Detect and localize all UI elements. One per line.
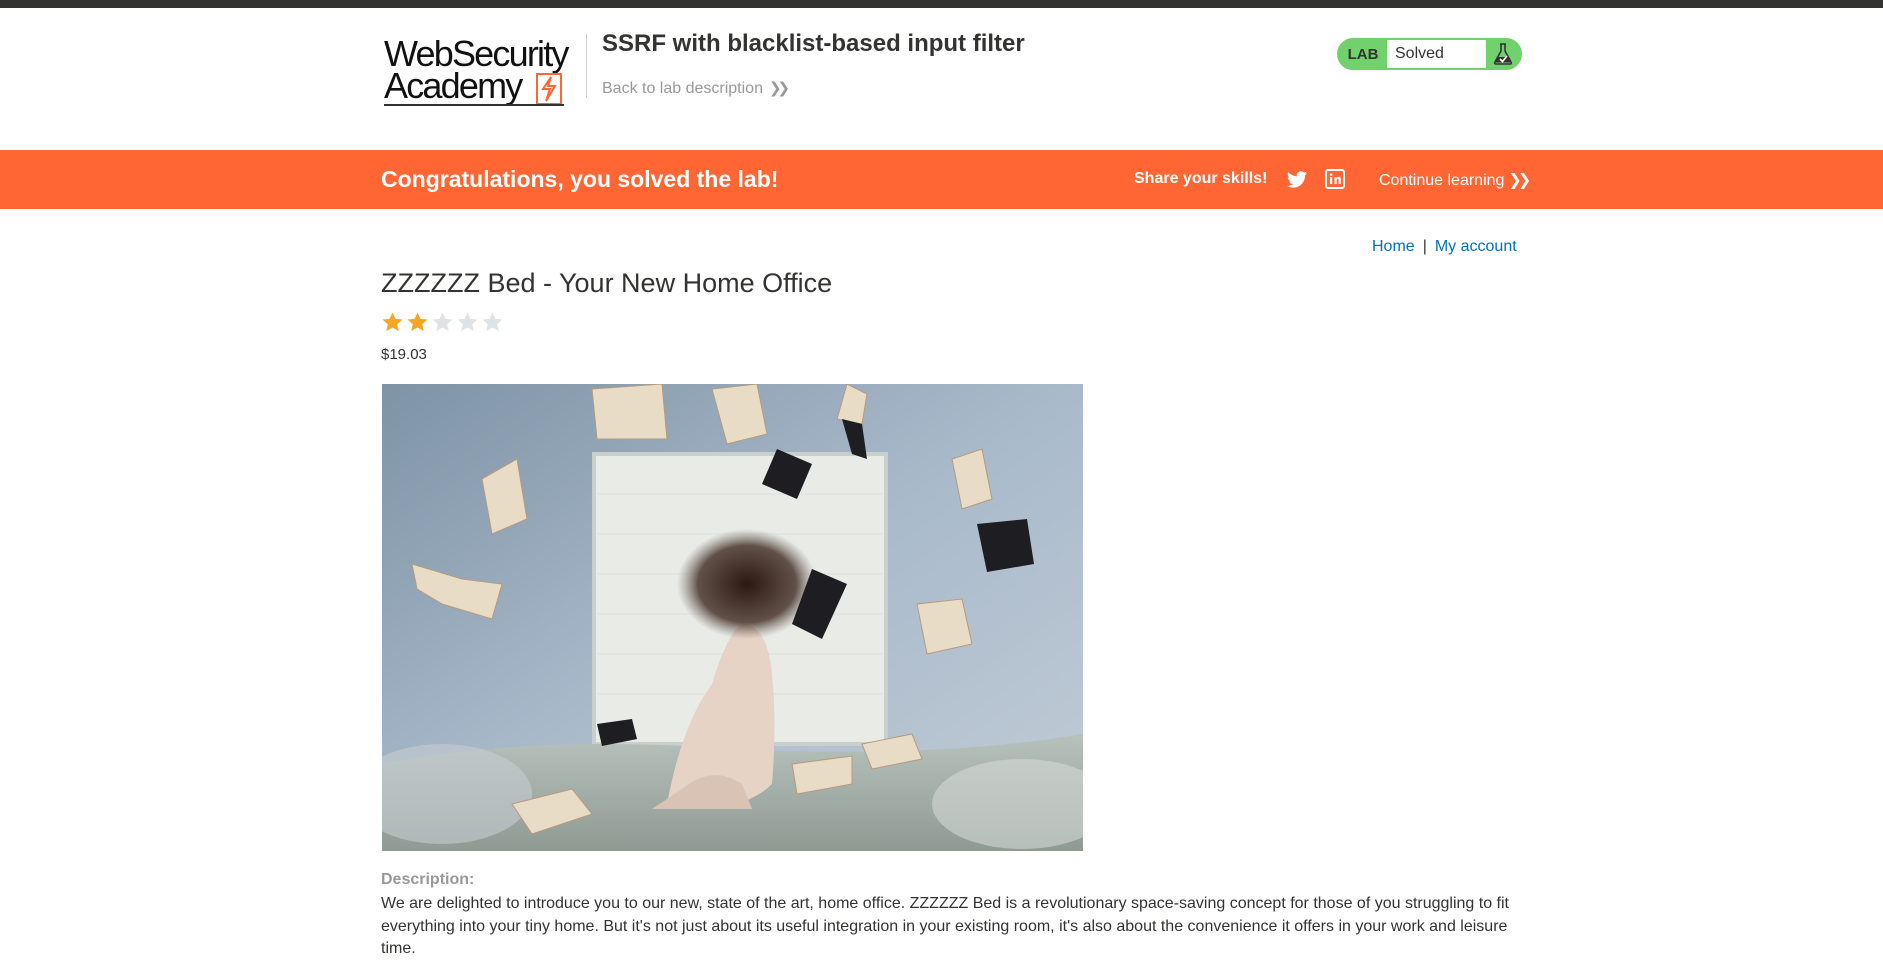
product-title: ZZZZZZ Bed - Your New Home Office [381, 268, 833, 298]
lab-status-badge: LAB Solved [1337, 38, 1522, 70]
product-description: We are delighted to introduce you to our… [381, 895, 1509, 957]
lab-badge-label: LAB [1347, 45, 1379, 63]
linkedin-icon[interactable] [1325, 169, 1345, 189]
share-skills-label: Share your skills! [1134, 170, 1268, 187]
continue-learning-link[interactable]: Continue learning ❯❯ [1379, 170, 1531, 190]
nav-separator: | [1422, 238, 1427, 255]
header-divider [586, 34, 587, 98]
lab-title: SSRF with blacklist-based input filter [602, 30, 1025, 57]
star-empty-icon [482, 312, 503, 332]
back-to-lab-description-link[interactable]: Back to lab description ❯❯ [602, 79, 790, 98]
my-account-link[interactable]: My account [1435, 238, 1517, 255]
home-link[interactable]: Home [1372, 238, 1415, 255]
top-bar [0, 0, 1883, 8]
top-navigation: Home | My account [1372, 238, 1517, 256]
congratulations-message: Congratulations, you solved the lab! [381, 166, 779, 192]
lab-status-text: Solved [1387, 40, 1486, 68]
star-empty-icon [432, 312, 453, 332]
double-chevron-right-icon: ❯❯ [768, 80, 790, 97]
flask-icon [1486, 40, 1520, 68]
logo-bolt-icon [536, 73, 562, 105]
logo-underline [384, 104, 564, 106]
star-filled-icon [382, 312, 403, 332]
web-security-academy-logo[interactable]: WebSecurity Academy [384, 30, 584, 110]
logo-text-line2: Academy [384, 65, 523, 106]
double-chevron-right-icon: ❯❯ [1508, 172, 1531, 189]
lab-header: WebSecurity Academy SSRF with blacklist-… [0, 8, 1883, 150]
product-photo-illustration [382, 384, 1083, 851]
solved-banner: Congratulations, you solved the lab! Sha… [0, 150, 1883, 209]
product-rating [381, 311, 504, 334]
product-image [382, 384, 1083, 851]
product-price: $19.03 [381, 346, 427, 363]
star-filled-icon [407, 312, 428, 332]
star-empty-icon [457, 312, 478, 332]
continue-learning-label: Continue learning [1379, 172, 1505, 189]
twitter-icon[interactable] [1286, 169, 1308, 191]
description-label: Description: [381, 871, 475, 888]
back-link-label: Back to lab description [602, 80, 763, 97]
